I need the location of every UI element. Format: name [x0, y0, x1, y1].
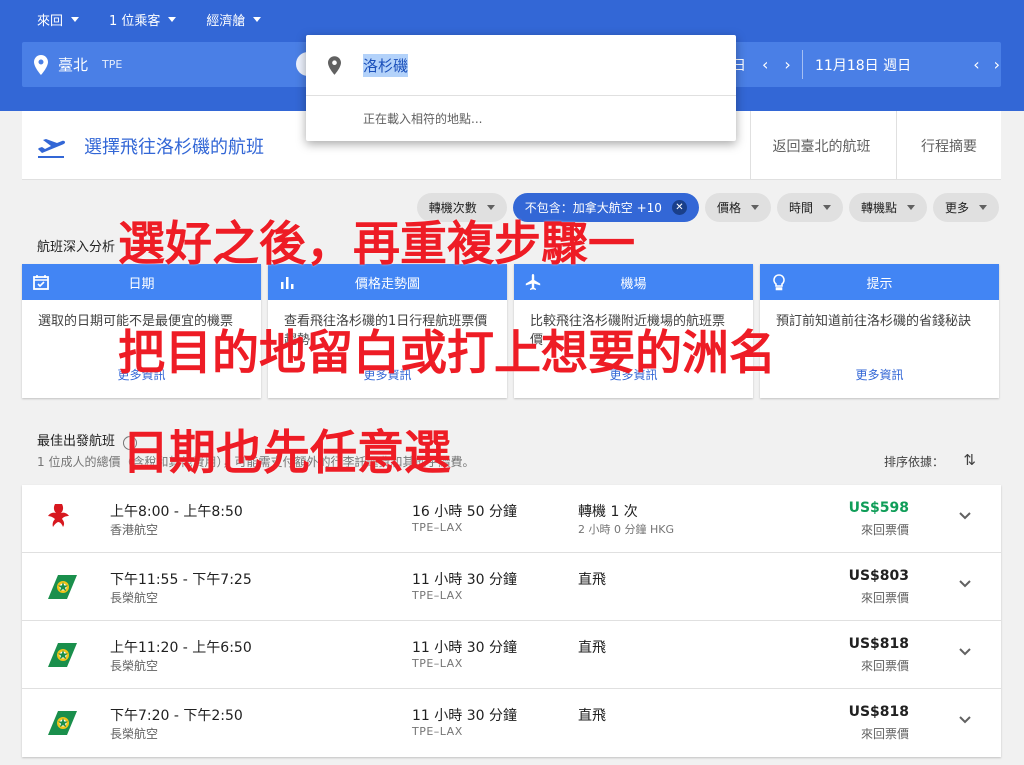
airline-name: 香港航空 — [110, 523, 159, 537]
flight-row[interactable]: 上午11:20 - 上午6:50 長榮航空 11 小時 30 分鐘 TPE–LAX 直飛… — [22, 621, 1001, 689]
flight-price: US$803 — [848, 568, 909, 584]
chevron-down-icon[interactable] — [957, 507, 973, 523]
caret-down-icon — [822, 205, 831, 210]
date-divider — [802, 50, 803, 79]
chevron-down-icon[interactable] — [957, 711, 973, 727]
passengers-dropdown[interactable]: 1 位乘客 — [109, 10, 177, 29]
annotation-line-1: 選好之後，再重複步驟一 — [118, 217, 635, 272]
airline-name: 長榮航空 — [110, 659, 159, 673]
filter-chip[interactable]: 價格 — [704, 193, 771, 222]
chevron-right-icon[interactable]: › — [784, 55, 790, 74]
step-summary[interactable]: 行程摘要 — [896, 111, 1001, 180]
flight-route: TPE–LAX — [412, 589, 463, 602]
flight-times: 上午8:00 - 上午8:50 — [110, 504, 243, 520]
cabin-dropdown[interactable]: 經濟艙 — [206, 10, 262, 29]
trip-options: 來回 1 位乘客 經濟艙 — [37, 10, 262, 29]
airline-name: 長榮航空 — [110, 727, 159, 741]
flight-duration: 16 小時 50 分鐘 — [412, 504, 517, 520]
caret-down-icon — [750, 205, 759, 210]
chevron-left-icon[interactable]: ‹ — [973, 55, 979, 74]
chevron-left-icon[interactable]: ‹ — [762, 55, 768, 74]
calendar-icon — [33, 275, 49, 290]
airline-name: 長榮航空 — [110, 591, 159, 605]
flight-row[interactable]: 下午7:20 - 下午2:50 長榮航空 11 小時 30 分鐘 TPE–LAX 直飛 U… — [22, 689, 1001, 757]
flight-price: US$818 — [848, 636, 909, 652]
flight-duration: 11 小時 30 分鐘 — [412, 708, 517, 724]
airline-logo-icon — [48, 643, 77, 667]
caret-down-icon — [71, 17, 80, 22]
location-pin-icon — [328, 55, 341, 75]
depart-date-field[interactable]: 日 ‹ › — [732, 42, 791, 87]
step-return[interactable]: 返回臺北的航班 — [750, 111, 892, 180]
stop-detail: 2 小時 0 分鐘 HKG — [578, 523, 674, 536]
loading-message: 正在載入相符的地點... — [363, 111, 483, 126]
return-date-field[interactable]: 11月18日 週日 ‹ › — [815, 42, 1000, 87]
origin-city: 臺北 — [58, 56, 89, 74]
caret-down-icon — [979, 205, 987, 210]
chevron-down-icon[interactable] — [957, 643, 973, 659]
flight-stops: 直飛 — [578, 572, 606, 588]
origin-field[interactable]: 臺北 TPE — [34, 42, 122, 87]
origin-code: TPE — [102, 58, 123, 71]
sort-icon[interactable]: ⇅ — [963, 451, 976, 469]
flight-row[interactable]: 上午8:00 - 上午8:50 香港航空 16 小時 50 分鐘 TPE–LAX 轉機 … — [22, 485, 1001, 553]
flight-duration: 11 小時 30 分鐘 — [412, 572, 517, 588]
flight-results: 上午8:00 - 上午8:50 香港航空 16 小時 50 分鐘 TPE–LAX 轉機 … — [22, 485, 1001, 757]
insight-card-header: 提示 — [760, 264, 999, 300]
caret-down-icon — [906, 205, 915, 210]
chart-icon — [281, 277, 294, 289]
price-type: 來回票價 — [860, 727, 909, 741]
flight-route: TPE–LAX — [412, 657, 463, 670]
takeoff-icon — [38, 138, 66, 158]
destination-input[interactable]: 洛杉磯 — [363, 53, 409, 77]
flight-price: US$818 — [848, 704, 909, 720]
flight-stops: 直飛 — [578, 708, 606, 724]
clear-filter-icon[interactable]: ✕ — [671, 200, 687, 215]
airline-logo-icon — [48, 575, 77, 599]
flight-stops: 轉機 1 次 — [578, 504, 638, 520]
insight-card-text: 預訂前知道前往洛杉磯的省錢秘訣 — [776, 314, 972, 329]
destination-input-row[interactable]: 洛杉磯 — [306, 35, 736, 96]
trip-type-dropdown[interactable]: 來回 — [37, 10, 80, 29]
return-date-text: 11月18日 週日 — [815, 57, 912, 74]
flight-times: 下午7:20 - 下午2:50 — [110, 708, 243, 724]
location-pin-icon — [34, 54, 48, 75]
filter-chip[interactable]: 時間 — [776, 193, 843, 222]
sort-label: 排序依據： — [883, 455, 944, 469]
insights-title: 航班深入分析 — [37, 240, 116, 255]
price-type: 來回票價 — [860, 591, 909, 605]
plane-icon — [525, 274, 541, 290]
lightbulb-icon — [773, 274, 785, 291]
filter-chip[interactable]: 更多 — [932, 193, 999, 222]
flight-times: 下午11:55 - 下午7:25 — [110, 572, 252, 588]
caret-down-icon — [168, 17, 177, 22]
filter-chip[interactable]: 轉機點 — [848, 193, 927, 222]
flight-row[interactable]: 下午11:55 - 下午7:25 長榮航空 11 小時 30 分鐘 TPE–LAX 直飛… — [22, 553, 1001, 621]
destination-autocomplete: 洛杉磯 正在載入相符的地點... — [306, 35, 736, 141]
price-type: 來回票價 — [860, 659, 909, 673]
flight-price: US$598 — [848, 500, 909, 516]
more-info-link[interactable]: 更多資訊 — [760, 366, 999, 383]
flight-stops: 直飛 — [578, 640, 606, 656]
flight-route: TPE–LAX — [412, 521, 463, 534]
airline-logo-icon — [48, 711, 77, 735]
chevron-down-icon[interactable] — [957, 575, 973, 591]
chevron-right-icon[interactable]: › — [994, 55, 1000, 74]
insight-card[interactable]: 提示預訂前知道前往洛杉磯的省錢秘訣更多資訊 — [760, 264, 999, 398]
annotation-line-2: 把目的地留白或打上想要的洲名 — [118, 326, 776, 381]
caret-down-icon — [253, 17, 262, 22]
price-type: 來回票價 — [860, 523, 909, 537]
step-current: 選擇飛往洛杉磯的航班 — [36, 111, 264, 180]
flight-route: TPE–LAX — [412, 725, 463, 738]
flight-times: 上午11:20 - 上午6:50 — [110, 640, 252, 656]
flight-duration: 11 小時 30 分鐘 — [412, 640, 517, 656]
airline-logo-icon — [48, 504, 69, 527]
annotation-line-3: 日期也先任意選 — [122, 426, 451, 481]
